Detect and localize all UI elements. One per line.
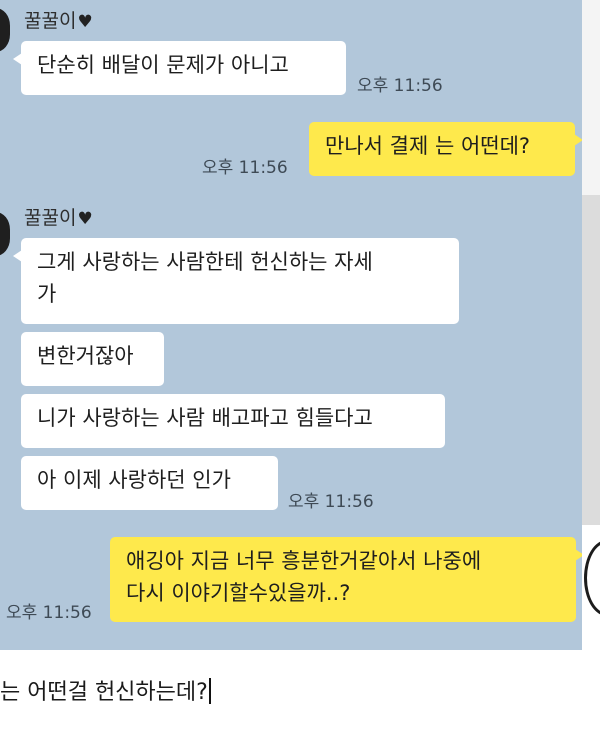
sender-name: 꿀꿀이♥ [24, 6, 93, 33]
message-bubble-sent[interactable]: 만나서 결제 는 어떤데? [309, 122, 582, 176]
message-time: 오후 11:56 [202, 158, 288, 178]
message-input-text: 는 어떤걸 헌신하는데? [0, 680, 208, 705]
sender-avatar[interactable] [0, 8, 10, 52]
message-text: 아 이제 사랑하던 인가 [37, 468, 231, 492]
chat-view[interactable]: 꿀꿀이♥ 단순히 배달이 문제가 아니고 오후 11:56 오후 11:56 만… [0, 0, 582, 650]
sender-name-text: 꿀꿀이 [24, 10, 77, 32]
message-time: 오후 11:56 [288, 492, 374, 512]
message-text: 변한거잖아 [37, 344, 134, 368]
message-bubble-received[interactable]: 변한거잖아 [21, 332, 164, 386]
heart-icon: ♥ [77, 209, 93, 229]
message-bubble-received[interactable]: 니가 사랑하는 사람 배고파고 힘들다고 [21, 394, 445, 448]
sender-name: 꿀꿀이♥ [24, 203, 93, 230]
sender-avatar[interactable] [0, 212, 10, 256]
message-text-line: 가 [37, 282, 57, 306]
heart-icon: ♥ [77, 12, 93, 32]
message-bubble-received[interactable]: 단순히 배달이 문제가 아니고 [13, 41, 346, 95]
message-bubble-received[interactable]: 그게 사랑하는 사람한테 헌신하는 자세 가 [13, 238, 459, 324]
message-text-line: 그게 사랑하는 사람한테 헌신하는 자세 [37, 250, 373, 274]
sender-name-text: 꿀꿀이 [24, 207, 77, 229]
message-bubble-sent[interactable]: 애깅아 지금 너무 흥분한거같아서 나중에 다시 이야기할수있을까..? [110, 537, 582, 622]
text-caret [208, 678, 211, 704]
message-text-line: 다시 이야기할수있을까..? [126, 581, 351, 605]
message-text-line: 애깅아 지금 너무 흥분한거같아서 나중에 [126, 549, 482, 573]
background-photo-edge [582, 0, 600, 650]
message-text: 단순히 배달이 문제가 아니고 [37, 53, 289, 77]
message-text: 만나서 결제 는 어떤데? [325, 134, 531, 158]
message-text: 니가 사랑하는 사람 배고파고 힘들다고 [37, 406, 373, 430]
message-bubble-received[interactable]: 아 이제 사랑하던 인가 [21, 456, 278, 510]
message-time: 오후 11:56 [357, 76, 443, 96]
message-input-field[interactable]: 는 어떤걸 헌신하는데? [0, 674, 211, 706]
message-input[interactable]: 는 어떤걸 헌신하는데? [0, 650, 600, 732]
message-time: 오후 11:56 [6, 603, 92, 623]
